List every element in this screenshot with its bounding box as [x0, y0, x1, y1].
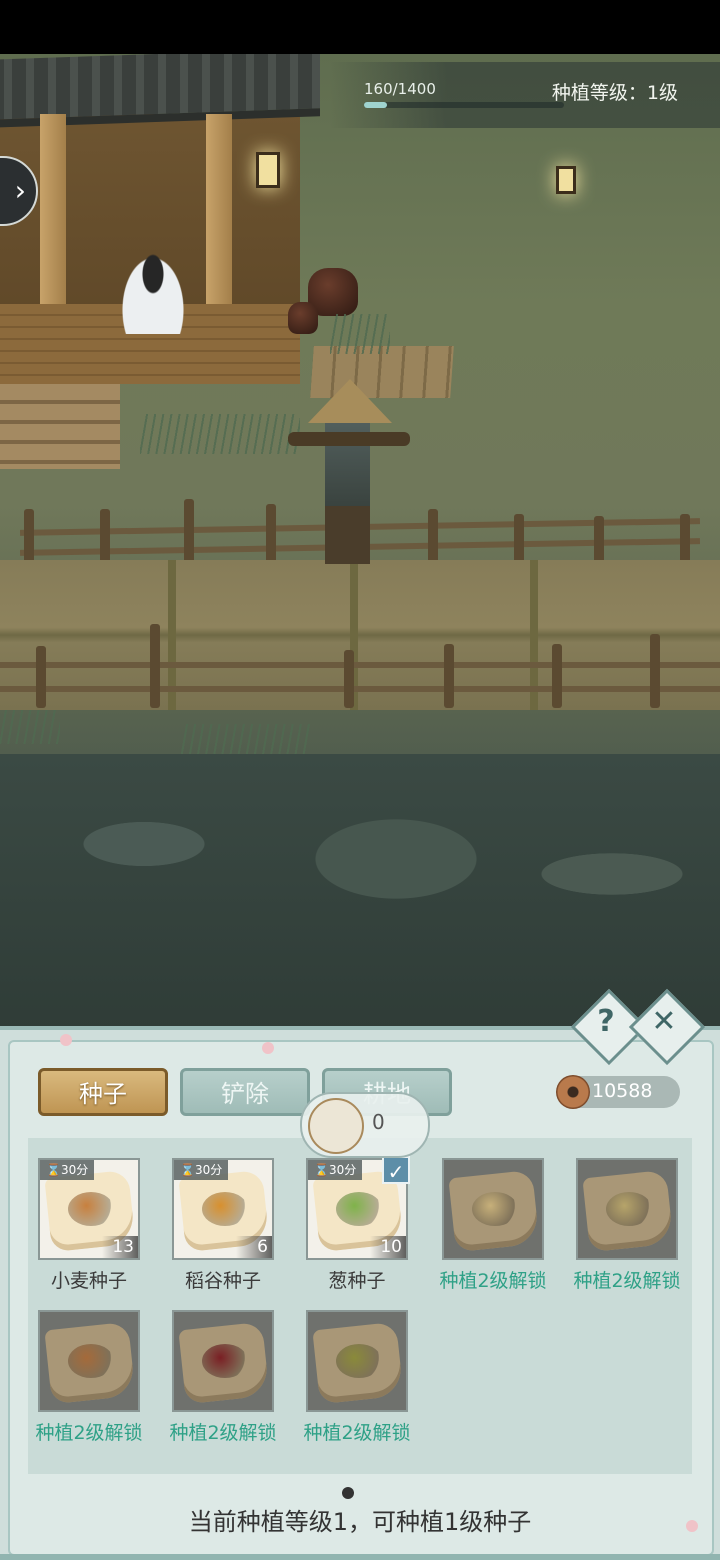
fence-post	[36, 646, 46, 708]
unlock-requirement: 种植2级解锁	[303, 1422, 411, 1444]
hourglass-icon: ⌛	[180, 1163, 195, 1177]
fence-post	[514, 514, 524, 566]
wheat-seed-icon	[68, 1192, 114, 1226]
unlock-requirement: 种植2级解锁	[439, 1270, 547, 1292]
timer-badge: ⌛30分	[308, 1160, 363, 1180]
xp-progress-fill	[364, 102, 387, 108]
scallion-seed-icon	[336, 1192, 382, 1226]
fence-post	[552, 644, 562, 708]
pavilion-steps	[0, 384, 120, 469]
fence-post	[444, 644, 454, 708]
blossom-decoration	[262, 1042, 274, 1054]
timer-badge: ⌛30分	[40, 1160, 95, 1180]
seed-slot-scallion[interactable]: ⌛30分 10 ✓	[306, 1156, 410, 1260]
lantern-icon	[256, 152, 280, 188]
fence-post	[680, 514, 690, 566]
seed-count: 10	[370, 1236, 406, 1258]
scallion-seed-icon	[308, 1098, 364, 1154]
question-icon: ?	[597, 1004, 615, 1039]
unlock-requirement: 种植2级解锁	[169, 1422, 277, 1444]
rice-seed-icon	[202, 1192, 248, 1226]
status-bar-area	[0, 0, 720, 54]
lantern-icon	[556, 166, 576, 194]
seed-name: 葱种子	[328, 1270, 386, 1292]
scarecrow-arms	[288, 432, 410, 446]
planting-level: 种植等级：1级	[551, 82, 678, 104]
locked-seed-icon	[68, 1344, 114, 1378]
locked-seed-icon	[606, 1192, 652, 1226]
fence-rail	[0, 686, 720, 692]
blossom-decoration	[60, 1034, 72, 1046]
seed-name: 小麦种子	[50, 1270, 127, 1292]
fence-post	[150, 624, 160, 708]
farm-scene[interactable]	[0, 54, 720, 1054]
timer-badge: ⌛30分	[174, 1160, 229, 1180]
clay-jar	[288, 302, 318, 334]
planting-xp: 160/1400	[364, 80, 564, 108]
close-icon: ✕	[651, 1004, 677, 1039]
tab-remove[interactable]: 铲除	[180, 1068, 310, 1116]
seed-slot-locked[interactable]	[306, 1310, 408, 1412]
seed-slot-locked[interactable]	[38, 1310, 140, 1412]
hourglass-icon: ⌛	[314, 1163, 329, 1177]
timer-text: 30分	[194, 1163, 223, 1177]
timer-text: 30分	[60, 1163, 89, 1177]
unlock-requirement: 种植2级解锁	[573, 1270, 681, 1292]
tooltip-count: 0	[372, 1110, 385, 1134]
seed-count: 13	[102, 1236, 138, 1258]
grass	[330, 314, 390, 354]
selected-seed-tooltip: 0	[300, 1092, 430, 1158]
fence-rail	[0, 662, 720, 668]
timer-text: 30分	[328, 1163, 357, 1177]
check-icon: ✓	[382, 1156, 410, 1184]
xp-text: 160/1400	[364, 80, 436, 98]
seed-slot-locked[interactable]	[576, 1158, 678, 1260]
seed-name: 稻谷种子	[184, 1270, 261, 1292]
seed-slot-locked[interactable]	[442, 1158, 544, 1260]
seed-slot-rice[interactable]: ⌛30分 6	[172, 1158, 274, 1260]
grass	[0, 704, 60, 744]
hourglass-icon: ⌛	[46, 1163, 61, 1177]
xp-progress-bar	[364, 102, 564, 108]
planting-hint: 当前种植等级1，可种植1级种子	[188, 1508, 532, 1536]
seed-slot-wheat[interactable]: ⌛30分 13	[38, 1158, 140, 1260]
fence-post	[266, 504, 276, 566]
locked-seed-icon	[336, 1344, 382, 1378]
chevron-right-icon: ›	[14, 174, 26, 207]
seed-slot-locked[interactable]	[172, 1310, 274, 1412]
game-screen: 160/1400 种植等级：1级 › ? ✕ 种子 铲除 耕地 10588 ⌛3…	[0, 0, 720, 1560]
locked-seed-icon	[202, 1344, 248, 1378]
fence-post	[428, 509, 438, 565]
fence-post	[344, 650, 354, 708]
unlock-requirement: 种植2级解锁	[35, 1422, 143, 1444]
fence-post	[184, 499, 194, 569]
panel-bottom-bar	[0, 1554, 720, 1560]
grass	[140, 414, 300, 454]
player-character[interactable]	[120, 254, 186, 334]
tab-seeds[interactable]: 种子	[38, 1068, 168, 1116]
fence-post	[594, 516, 604, 566]
locked-seed-icon	[472, 1192, 518, 1226]
page-indicator-dot	[342, 1487, 354, 1499]
fence-post	[650, 634, 660, 708]
copper-coin-icon	[556, 1075, 590, 1109]
currency-amount: 10588	[592, 1080, 653, 1102]
seed-count: 6	[236, 1236, 272, 1258]
